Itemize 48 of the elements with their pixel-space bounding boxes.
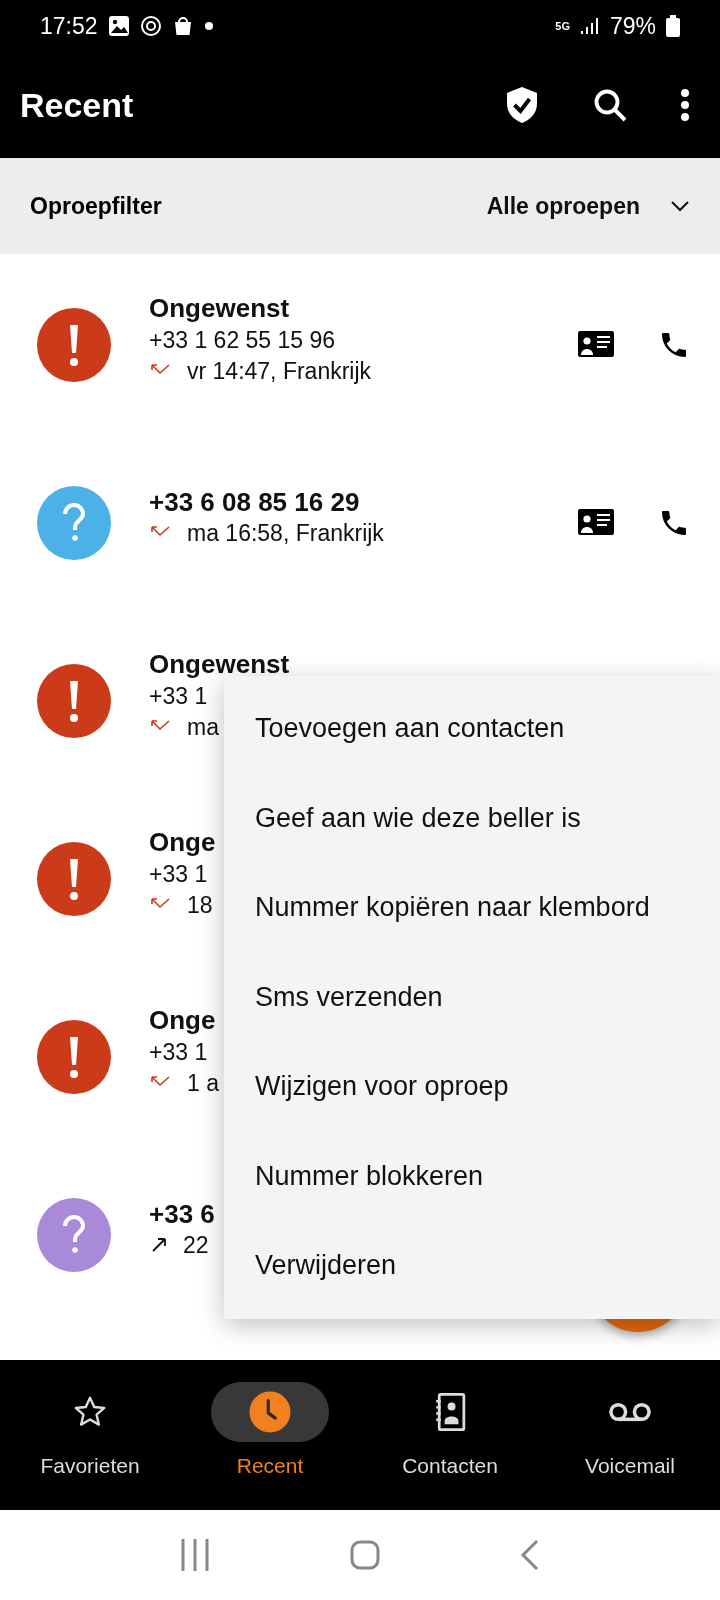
more-options-icon[interactable] bbox=[680, 88, 690, 122]
phone-number: +33 1 bbox=[149, 859, 209, 888]
menu-item[interactable]: Nummer blokkeren bbox=[224, 1131, 720, 1221]
back-icon bbox=[520, 1539, 540, 1571]
filter-label: Oproepfilter bbox=[30, 192, 163, 220]
nav-tab[interactable]: Recent bbox=[180, 1360, 360, 1510]
shield-check-icon[interactable] bbox=[504, 85, 540, 125]
menu-item[interactable]: Toevoegen aan contacten bbox=[224, 684, 720, 774]
battery-percentage: 79% bbox=[609, 12, 656, 40]
call-time: 1 a bbox=[187, 1069, 219, 1097]
menu-item[interactable]: Wijzigen voor oproep bbox=[224, 1042, 720, 1132]
signal-icon bbox=[579, 16, 600, 36]
menu-item[interactable]: Nummer kopiëren naar klembord bbox=[224, 863, 720, 953]
caller-name: Onge bbox=[149, 827, 217, 856]
home-icon bbox=[350, 1540, 380, 1570]
image-icon bbox=[107, 15, 130, 37]
voicemail-icon bbox=[608, 1400, 652, 1424]
status-time: 17:52 bbox=[40, 12, 98, 40]
menu-item[interactable]: Geef aan wie deze beller is bbox=[224, 773, 720, 863]
call-time: vr 14:47, Frankrijk bbox=[187, 357, 372, 385]
battery-icon bbox=[666, 15, 680, 37]
menu-item[interactable]: Verwijderen bbox=[224, 1221, 720, 1311]
dot-icon bbox=[203, 21, 214, 31]
network-label: 5G bbox=[555, 20, 570, 32]
menu-item[interactable]: Sms verzenden bbox=[224, 952, 720, 1042]
clock-icon bbox=[249, 1391, 291, 1433]
call-time: 18 bbox=[187, 891, 213, 919]
screen-title: Recent bbox=[20, 85, 135, 125]
search-icon[interactable] bbox=[592, 87, 628, 123]
phone-number: +33 1 62 55 15 96 bbox=[149, 325, 337, 354]
nav-tab[interactable]: Voicemail bbox=[540, 1360, 720, 1510]
filter-dropdown[interactable]: Alle oproepen bbox=[486, 192, 690, 220]
call-time: ma 16:58, Frankrijk bbox=[187, 519, 384, 547]
nav-tab[interactable]: Favorieten bbox=[0, 1360, 180, 1510]
phone-number: +33 1 bbox=[149, 681, 209, 710]
caller-name: +33 6 bbox=[149, 1199, 216, 1228]
caller-name: Ongewenst bbox=[149, 649, 291, 678]
phone-number: +33 1 bbox=[149, 1037, 209, 1066]
call-time: ma bbox=[187, 713, 219, 741]
contact-card-icon[interactable] bbox=[578, 331, 614, 359]
recent-apps-icon bbox=[180, 1537, 210, 1573]
nav-tab[interactable]: Contacten bbox=[360, 1360, 540, 1510]
caller-name: Ongewenst bbox=[149, 293, 291, 322]
chevron-down-icon bbox=[670, 200, 690, 212]
call-time: 22 bbox=[183, 1231, 209, 1259]
caller-name: +33 6 08 85 16 29 bbox=[149, 487, 361, 516]
contact-card-icon[interactable] bbox=[578, 509, 614, 537]
caller-name: Onge bbox=[149, 1005, 217, 1034]
